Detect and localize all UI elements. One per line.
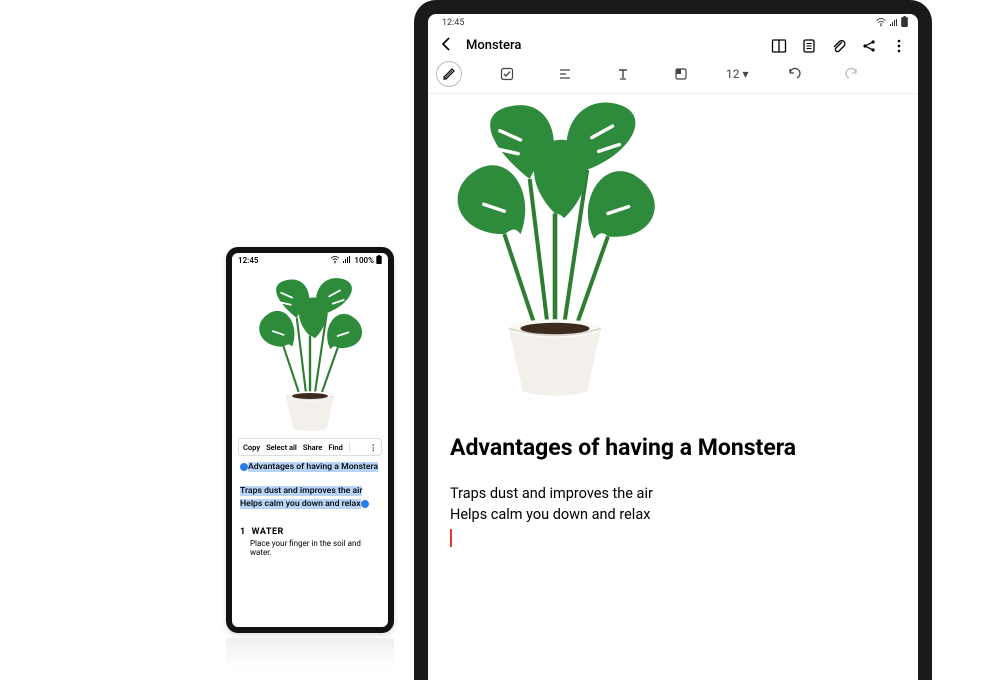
phone-battery: 100% bbox=[354, 256, 374, 265]
article-line-1: Traps dust and improves the air bbox=[450, 483, 896, 504]
selection-handle-end[interactable] bbox=[361, 500, 369, 508]
article-title: Advantages of having a Monstera bbox=[450, 434, 896, 461]
phone-note-image bbox=[232, 266, 388, 434]
attach-icon[interactable] bbox=[830, 38, 848, 54]
wifi-icon bbox=[875, 20, 889, 30]
tablet-note-image bbox=[450, 108, 896, 398]
tablet-time: 12:45 bbox=[442, 18, 464, 28]
chevron-down-icon: ▾ bbox=[743, 67, 749, 81]
pen-tool-icon[interactable] bbox=[436, 61, 462, 87]
back-button[interactable] bbox=[438, 36, 454, 55]
battery-icon bbox=[901, 20, 908, 30]
note-line-2: Helps calm you down and relax bbox=[240, 499, 361, 509]
divider bbox=[349, 442, 350, 452]
note-line-1: Traps dust and improves the air bbox=[240, 486, 362, 496]
signal-icon bbox=[889, 20, 901, 30]
reading-mode-icon[interactable] bbox=[770, 38, 788, 54]
redo-icon[interactable] bbox=[839, 66, 865, 82]
more-icon[interactable] bbox=[890, 38, 908, 54]
checkbox-tool-icon[interactable] bbox=[494, 66, 520, 82]
selection-handle-start[interactable] bbox=[240, 463, 248, 471]
align-tool-icon[interactable] bbox=[552, 66, 578, 82]
tablet-status-bar: 12:45 bbox=[428, 14, 918, 30]
text-caret bbox=[450, 529, 452, 547]
notes-list-icon[interactable] bbox=[800, 38, 818, 54]
section-number: 1 bbox=[240, 527, 246, 537]
font-size-value: 12 bbox=[726, 67, 740, 81]
signal-icon bbox=[342, 256, 352, 266]
font-size-selector[interactable]: 12 ▾ bbox=[726, 67, 749, 81]
phone-note-body[interactable]: Advantages of having a Monstera Traps du… bbox=[232, 458, 388, 511]
section-heading: WATER bbox=[252, 527, 284, 537]
tablet-device: 12:45 Monstera bbox=[414, 0, 932, 680]
battery-icon bbox=[376, 255, 382, 266]
section-subtext: Place your finger in the soil and water. bbox=[240, 537, 380, 557]
phone-device: 12:45 100% Copy Select all Share Find ⋮ … bbox=[226, 247, 394, 633]
note-title: Advantages of having a Monstera bbox=[248, 462, 378, 472]
share-icon[interactable] bbox=[860, 38, 878, 54]
phone-time: 12:45 bbox=[238, 256, 258, 265]
tablet-header: Monstera bbox=[428, 30, 918, 59]
copy-action[interactable]: Copy bbox=[243, 443, 260, 452]
tablet-format-toolbar: 12 ▾ bbox=[428, 59, 918, 94]
select-all-action[interactable]: Select all bbox=[266, 443, 297, 452]
find-action[interactable]: Find bbox=[328, 443, 342, 452]
page-title: Monstera bbox=[466, 38, 521, 53]
text-selection-toolbar: Copy Select all Share Find ⋮ bbox=[238, 438, 382, 456]
wifi-icon bbox=[330, 256, 340, 266]
phone-reflection bbox=[226, 638, 394, 670]
article-line-2: Helps calm you down and relax bbox=[450, 504, 896, 525]
text-style-icon[interactable] bbox=[610, 66, 636, 82]
more-options-icon[interactable]: ⋮ bbox=[370, 443, 378, 452]
undo-icon[interactable] bbox=[781, 66, 807, 82]
share-action[interactable]: Share bbox=[303, 443, 322, 452]
phone-section-water: 1 WATER Place your finger in the soil an… bbox=[232, 527, 388, 561]
tablet-note-body[interactable]: Advantages of having a Monstera Traps du… bbox=[428, 94, 918, 680]
phone-status-bar: 12:45 100% bbox=[232, 253, 388, 266]
text-color-icon[interactable] bbox=[668, 66, 694, 82]
